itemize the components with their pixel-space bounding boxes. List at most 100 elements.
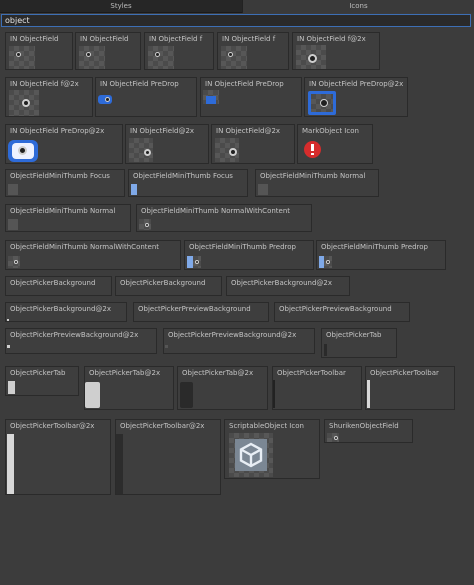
style-tile[interactable]: IN ObjectField f [144, 32, 214, 70]
style-label: ObjectFieldMiniThumb Focus [10, 172, 110, 180]
object-field-dot-icon [334, 436, 338, 440]
object-field-dot-icon [86, 52, 91, 57]
style-tile[interactable]: ObjectPickerToolbar [272, 366, 362, 410]
style-swatch [324, 344, 327, 356]
style-swatch [79, 46, 105, 69]
style-label: IN ObjectField PreDrop [205, 80, 284, 88]
style-label: ObjectFieldMiniThumb NormalWithContent [141, 207, 291, 215]
style-label: ObjectPickerTab@2x [182, 369, 254, 377]
style-tile[interactable]: ObjectFieldMiniThumb NormalWithContent [136, 204, 312, 232]
style-label: ScriptableObject Icon [229, 422, 304, 430]
style-tile[interactable]: ObjectFieldMiniThumb Normal [255, 169, 379, 197]
style-label: ShurikenObjectField [329, 422, 399, 430]
style-label: IN ObjectField@2x [130, 127, 195, 135]
style-tile[interactable]: ScriptableObject Icon [224, 419, 320, 479]
style-tile[interactable]: IN ObjectField f [217, 32, 289, 70]
object-field-dot-icon [14, 260, 18, 264]
style-tile[interactable]: ObjectPickerPreviewBackground@2x [5, 328, 157, 354]
style-label: ObjectPickerTab [10, 369, 66, 377]
style-swatch [273, 380, 275, 408]
object-field-dot-icon [22, 99, 30, 107]
style-swatch [165, 345, 168, 348]
style-tile[interactable]: IN ObjectField f@2x [292, 32, 380, 70]
style-tile[interactable]: IN ObjectField PreDrop [95, 77, 197, 117]
object-field-dot-icon [144, 149, 151, 156]
object-field-dot-icon [326, 260, 330, 264]
style-tile[interactable]: ObjectPickerTab@2x [84, 366, 174, 410]
style-label: ObjectPickerPreviewBackground@2x [10, 331, 139, 339]
style-tile[interactable]: MarkObject Icon [297, 124, 373, 164]
style-label: MarkObject Icon [302, 127, 359, 135]
style-label: IN ObjectField [80, 35, 129, 43]
style-tile[interactable]: IN ObjectField PreDrop@2x [304, 77, 408, 117]
style-tile[interactable]: ObjectPickerTab [5, 366, 79, 396]
style-tile[interactable]: ObjectPickerBackground [5, 276, 112, 296]
style-swatch [8, 184, 18, 195]
style-tile[interactable]: IN ObjectField@2x [125, 124, 209, 164]
search-input[interactable]: object [1, 14, 471, 27]
style-tile[interactable]: ObjectPickerPreviewBackground [274, 302, 410, 322]
tab-icons[interactable]: Icons [242, 0, 474, 13]
style-tile[interactable]: ObjectPickerPreviewBackground [133, 302, 269, 322]
style-tile[interactable]: ObjectPickerBackground@2x [5, 302, 127, 322]
style-label: IN ObjectField PreDrop [100, 80, 179, 88]
style-tile[interactable]: IN ObjectField PreDrop [200, 77, 302, 117]
style-label: IN ObjectField PreDrop@2x [309, 80, 404, 88]
style-tile[interactable]: ObjectFieldMiniThumb Normal [5, 204, 131, 232]
style-label: ObjectFieldMiniThumb NormalWithContent [10, 243, 160, 251]
style-label: IN ObjectField@2x [216, 127, 281, 135]
style-tile[interactable]: ObjectPickerTab@2x [177, 366, 268, 410]
object-field-dot-icon [16, 52, 21, 57]
style-label: IN ObjectField f [222, 35, 276, 43]
style-tile[interactable]: IN ObjectField PreDrop@2x [5, 124, 123, 164]
exclamation-icon [311, 153, 314, 155]
style-tile[interactable]: ObjectFieldMiniThumb Predrop [316, 240, 446, 270]
style-tile[interactable]: IN ObjectField@2x [211, 124, 295, 164]
style-tile[interactable]: IN ObjectField [75, 32, 141, 70]
style-swatch [8, 381, 15, 394]
style-label: IN ObjectField f@2x [297, 35, 366, 43]
style-tile[interactable]: IN ObjectField f@2x [5, 77, 93, 117]
style-tile[interactable]: ObjectPickerBackground [115, 276, 222, 296]
style-label: ObjectPickerTab [326, 331, 382, 339]
style-tile[interactable]: ObjectPickerToolbar@2x [5, 419, 111, 495]
style-tile[interactable]: ObjectPickerBackground@2x [226, 276, 350, 296]
style-tile[interactable]: ObjectFieldMiniThumb Predrop [184, 240, 314, 270]
tab-bar: Styles Icons [0, 0, 474, 13]
style-swatch [131, 184, 137, 195]
style-tile[interactable]: ObjectFieldMiniThumb Focus [128, 169, 248, 197]
style-tile[interactable]: ObjectPickerToolbar [365, 366, 455, 410]
object-field-dot-icon [228, 52, 233, 57]
style-tile[interactable]: ShurikenObjectField [324, 419, 413, 443]
tab-styles[interactable]: Styles [0, 0, 242, 13]
style-label: ObjectPickerToolbar [277, 369, 346, 377]
style-label: ObjectPickerPreviewBackground [279, 305, 392, 313]
style-label: ObjectFieldMiniThumb Normal [260, 172, 366, 180]
style-label: ObjectPickerBackground [10, 279, 96, 287]
style-swatch [9, 46, 35, 69]
style-swatch [116, 434, 123, 494]
style-label: IN ObjectField f [149, 35, 203, 43]
exclamation-icon [311, 144, 314, 151]
style-label: ObjectPickerToolbar@2x [10, 422, 95, 430]
style-label: ObjectPickerTab@2x [89, 369, 161, 377]
style-tile[interactable]: ObjectFieldMiniThumb Focus [5, 169, 125, 197]
style-tile[interactable]: IN ObjectField [5, 32, 73, 70]
style-tile[interactable]: ObjectPickerTab [321, 328, 397, 358]
style-label: IN ObjectField f@2x [10, 80, 79, 88]
scriptable-object-icon [235, 439, 267, 471]
style-swatch [7, 319, 9, 321]
object-field-dot-icon [195, 260, 199, 264]
style-tile[interactable]: ObjectPickerPreviewBackground@2x [163, 328, 315, 354]
style-tile[interactable]: ObjectPickerToolbar@2x [115, 419, 221, 495]
style-swatch [85, 382, 100, 408]
style-swatch [258, 184, 268, 195]
object-field-dot-icon [320, 99, 328, 107]
style-swatch [221, 46, 247, 69]
object-field-dot-icon [308, 54, 317, 63]
style-tile[interactable]: ObjectFieldMiniThumb NormalWithContent [5, 240, 181, 270]
style-label: ObjectPickerToolbar [370, 369, 439, 377]
style-label: IN ObjectField PreDrop@2x [10, 127, 105, 135]
unity-logo-icon [239, 442, 263, 468]
object-field-dot-icon [18, 146, 27, 155]
